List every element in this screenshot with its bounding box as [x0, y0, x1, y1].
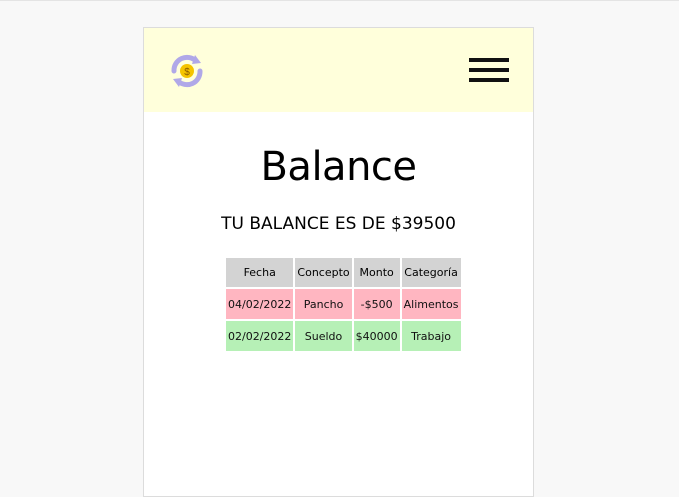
page-title: Balance — [260, 144, 417, 190]
cell-fecha: 04/02/2022 — [226, 289, 294, 319]
menu-bar-middle — [469, 68, 509, 72]
hamburger-menu-icon[interactable] — [469, 58, 509, 84]
app-header: $ — [144, 28, 533, 112]
column-header-fecha: Fecha — [226, 258, 294, 287]
column-header-categoria: Categoría — [401, 258, 461, 287]
transactions-table: Fecha Concepto Monto Categoría 04/02/202… — [224, 256, 463, 353]
menu-bar-top — [469, 58, 509, 62]
cell-concepto: Sueldo — [295, 321, 352, 351]
menu-bar-bottom — [469, 78, 509, 82]
column-header-monto: Monto — [353, 258, 400, 287]
table-header-row: Fecha Concepto Monto Categoría — [226, 258, 461, 287]
balance-summary: TU BALANCE ES DE $39500 — [221, 214, 456, 234]
cell-categoria: Alimentos — [401, 289, 461, 319]
cell-monto: $40000 — [353, 321, 400, 351]
svg-text:$: $ — [184, 67, 190, 78]
money-refresh-logo-icon[interactable]: $ — [168, 52, 206, 90]
column-header-concepto: Concepto — [295, 258, 352, 287]
cell-fecha: 02/02/2022 — [226, 321, 294, 351]
app-container: $ Balance TU BALANCE ES DE $39500 Fecha … — [143, 27, 534, 497]
cell-concepto: Pancho — [295, 289, 352, 319]
cell-monto: -$500 — [353, 289, 400, 319]
table-row[interactable]: 04/02/2022 Pancho -$500 Alimentos — [226, 289, 461, 319]
table-row[interactable]: 02/02/2022 Sueldo $40000 Trabajo — [226, 321, 461, 351]
cell-categoria: Trabajo — [401, 321, 461, 351]
browser-top-border — [0, 0, 679, 1]
